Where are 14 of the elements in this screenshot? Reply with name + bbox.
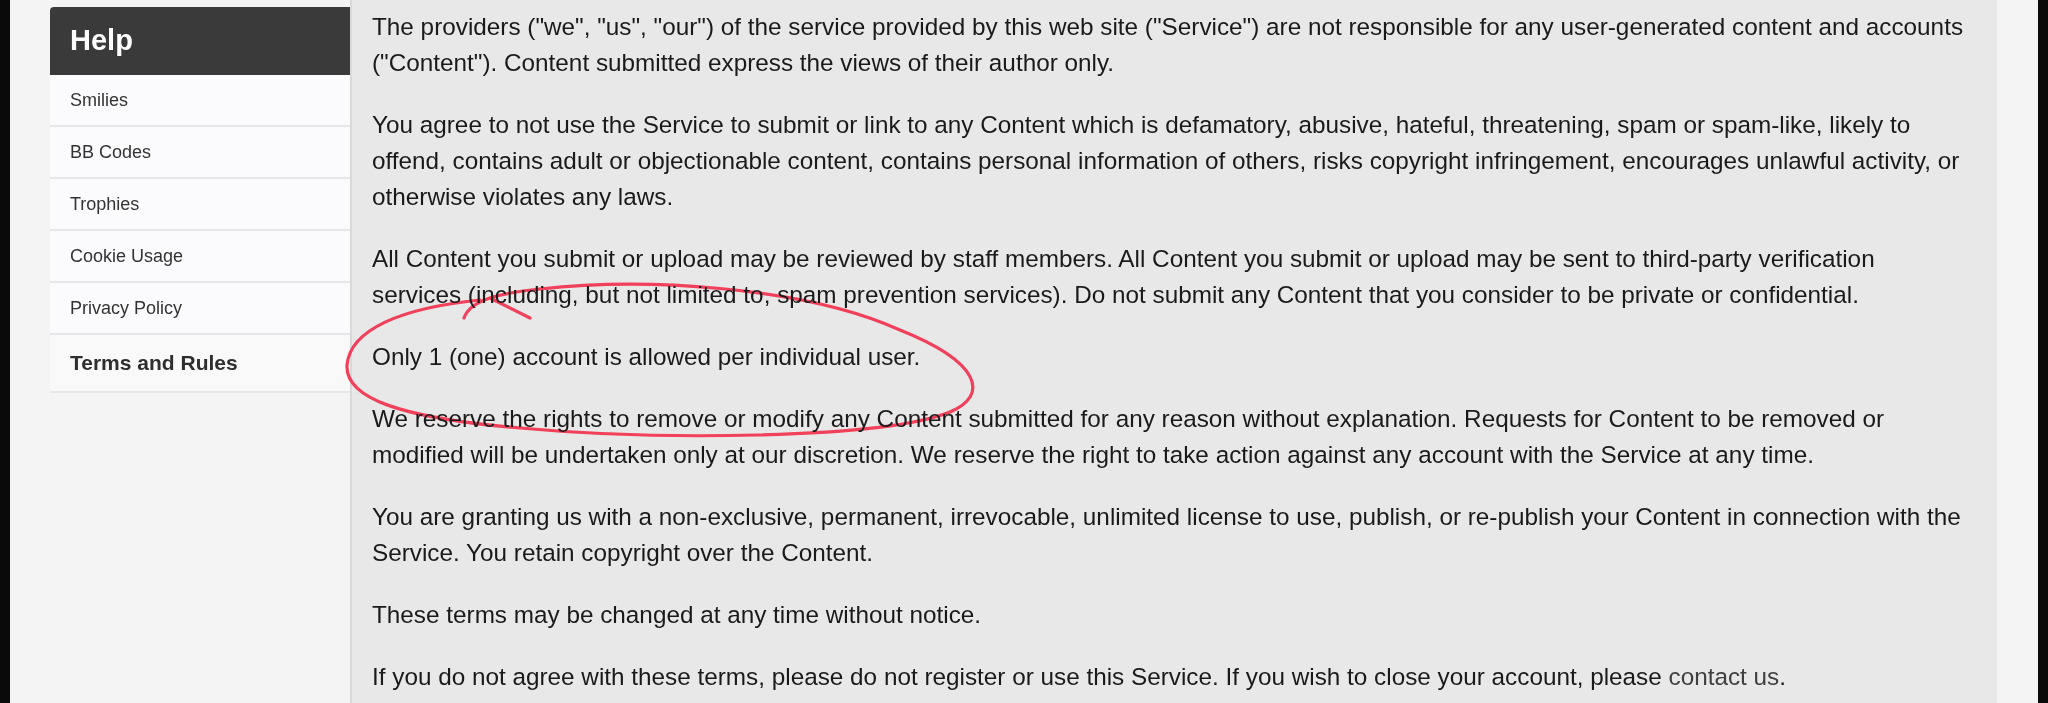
paragraph: The providers ("we", "us", "our") of the service provided by this web site ("Service") are not responsible for any user-generated content and accounts ("Content"). Content submitted express the views of their author only. bbox=[372, 12, 1965, 78]
sidebar-item[interactable]: BB Codes bbox=[50, 127, 350, 179]
sidebar-title: Help bbox=[50, 7, 350, 75]
paragraph: Only 1 (one) account is allowed per individual user. bbox=[372, 342, 922, 372]
sidebar-item[interactable]: Terms and Rules bbox=[50, 335, 350, 393]
sidebar-item[interactable]: Privacy Policy bbox=[50, 283, 350, 335]
sidebar-item[interactable]: Cookie Usage bbox=[50, 231, 350, 283]
paragraph: If you do not agree with these terms, please do not register or use this Service. If you wish to close your account, please contact us. bbox=[372, 662, 1788, 692]
paragraph: These terms may be changed at any time without notice. bbox=[372, 600, 983, 630]
contact-link[interactable]: contact us bbox=[1668, 663, 1780, 690]
sidebar-item[interactable]: Smilies bbox=[50, 75, 350, 127]
paragraph: You agree to not use the Service to submit or link to any Content which is defamatory, abusive, hateful, threatening, spam or spam-like, likely to offend, contains adult or objectionable content, contains personal information of others, risks copyright infringement, encourages unlawful activity, or otherwise violates any laws. bbox=[372, 110, 1961, 212]
paragraph: You are granting us with a non-exclusive, permanent, irrevocable, unlimited license to use, publish, or re-publish your Content in connection with the Service. You retain copyright over the Content. bbox=[372, 502, 1962, 568]
sidebar-item[interactable]: Trophies bbox=[50, 179, 350, 231]
